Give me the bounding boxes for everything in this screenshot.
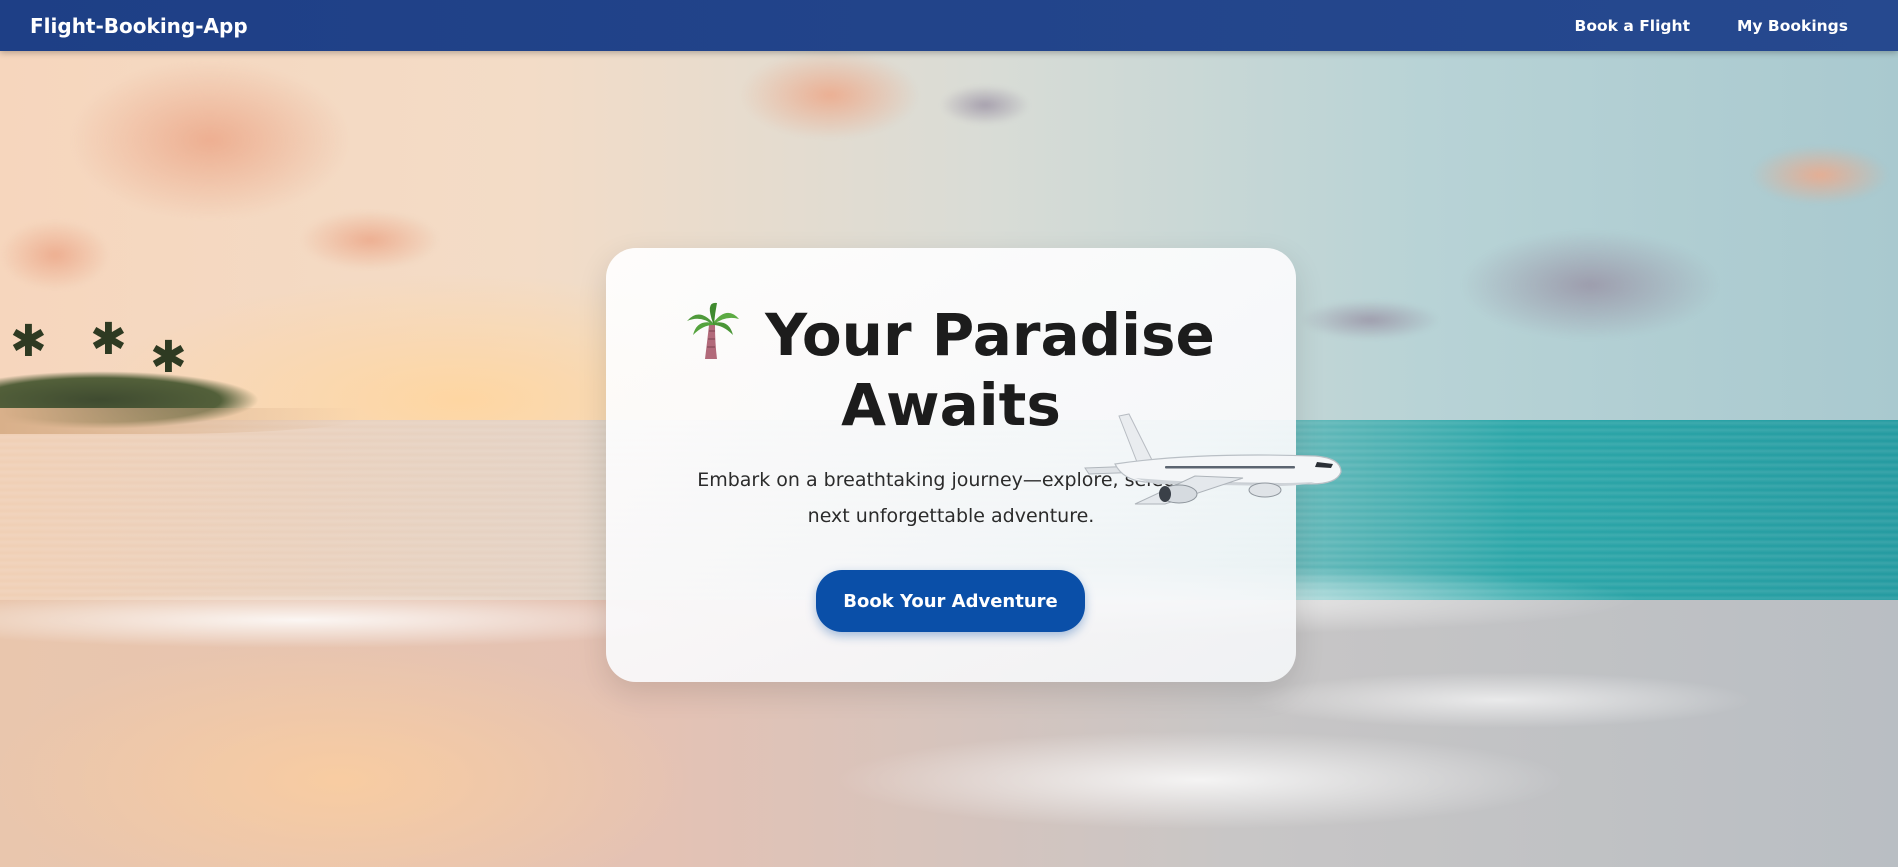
palm-silhouette-icon: ✱: [10, 316, 47, 367]
cloud: [940, 85, 1030, 125]
hero-title-line-1: Your Paradise: [606, 300, 1296, 370]
brand-logo[interactable]: Flight-Booking-App: [30, 14, 248, 38]
top-navbar: Flight-Booking-App Book a Flight My Book…: [0, 0, 1898, 51]
nav-link-my-bookings[interactable]: My Bookings: [1737, 17, 1848, 35]
airplane-icon: [1075, 412, 1345, 522]
palm-tree-icon: [687, 301, 740, 361]
cloud: [740, 50, 920, 140]
cloud: [0, 220, 110, 290]
nav-link-book-a-flight[interactable]: Book a Flight: [1575, 17, 1690, 35]
cloud: [70, 60, 350, 220]
palm-silhouette-icon: ✱: [90, 314, 127, 365]
cloud: [1750, 145, 1890, 205]
hero-subtitle-line-2: next unforgettable adventure.: [807, 505, 1095, 527]
hero-title-text-1: Your Paradise: [765, 301, 1215, 369]
cloud: [300, 210, 440, 270]
palm-silhouette-icon: ✱: [150, 332, 187, 383]
cloud: [1300, 300, 1440, 340]
nav-links: Book a Flight My Bookings: [1575, 17, 1848, 35]
book-your-adventure-button[interactable]: Book Your Adventure: [816, 570, 1085, 632]
cloud: [1460, 230, 1720, 340]
